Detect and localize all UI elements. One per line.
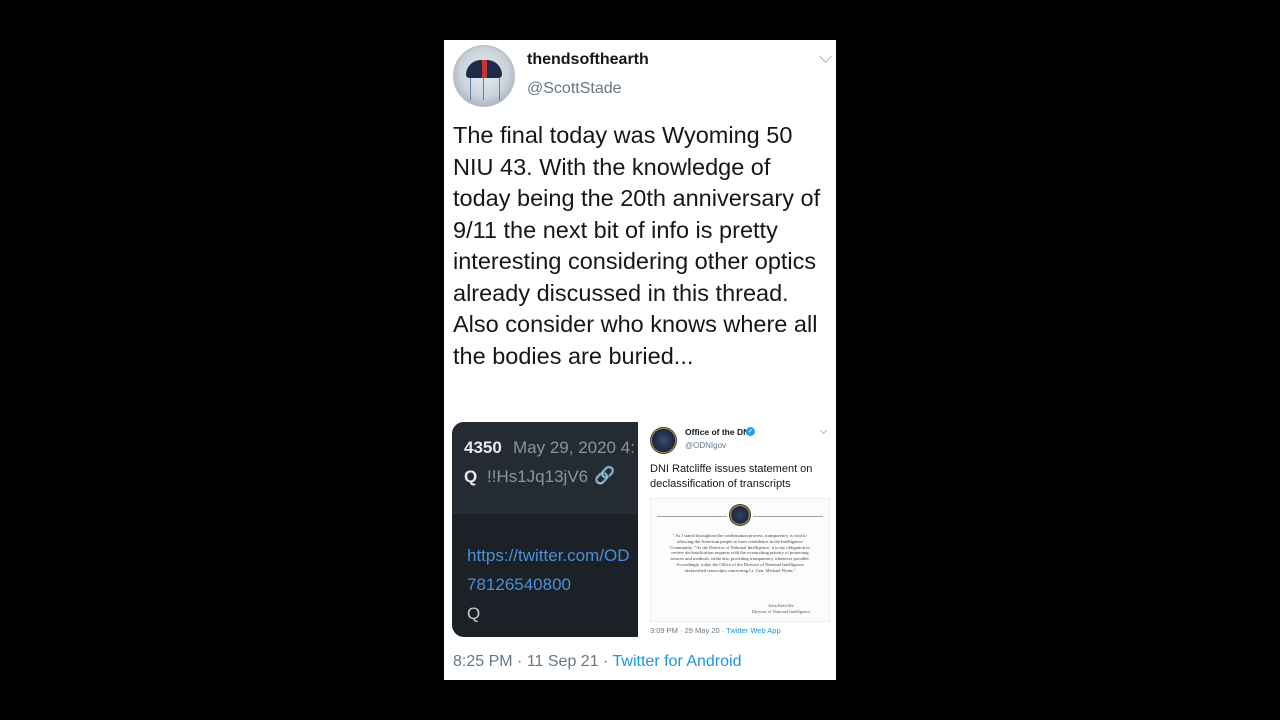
embedded-account-name: Office of the DNI (685, 427, 752, 437)
dni-seal-icon (650, 427, 677, 454)
post-url-line2: 78126540800 (467, 575, 572, 594)
post-signature: Q (467, 604, 481, 623)
parachute-stripe (482, 60, 487, 78)
post-url-line1: https://twitter.com/OD (467, 546, 630, 565)
document-body: "As I stated throughout the confirmation… (670, 533, 810, 573)
dni-seal-icon (729, 504, 751, 526)
embedded-tweet-text: DNI Ratcliffe issues statement on declas… (650, 463, 813, 490)
parachute-lines (470, 78, 500, 100)
poster-tripcode: !!Hs1Jq13jV6 (487, 467, 589, 486)
document-rule-left (657, 516, 727, 517)
document-rule-right (753, 516, 823, 517)
author-avatar[interactable] (453, 45, 515, 107)
post-date: May 29, 2020 4: (513, 438, 635, 457)
tweet-date[interactable]: 11 Sep 21 (527, 653, 599, 670)
media-image-left[interactable]: 4350 May 29, 2020 4: Q !!Hs1Jq13jV6 🔗 ht… (452, 422, 638, 637)
verified-badge-icon: ✓ (746, 427, 755, 436)
poster-name: Q (464, 467, 478, 486)
statement-document: "As I stated throughout the confirmation… (650, 498, 830, 622)
tweet-source-link[interactable]: Twitter for Android (613, 653, 742, 670)
link-icon: 🔗 (594, 466, 616, 485)
tweet-card: thendsofthearth @ScottStade The final to… (444, 40, 836, 680)
tweet-text: The final today was Wyoming 50 NIU 43. W… (453, 122, 821, 369)
chevron-down-icon[interactable] (819, 50, 832, 63)
tweet-media[interactable]: 4350 May 29, 2020 4: Q !!Hs1Jq13jV6 🔗 ht… (452, 422, 830, 637)
tweet-time[interactable]: 8:25 PM (453, 653, 513, 670)
chevron-down-icon (819, 426, 828, 435)
author-handle[interactable]: @ScottStade (527, 80, 622, 98)
document-signature: John Ratcliffe Director of National Inte… (751, 603, 811, 614)
embedded-tweet-time: 3:09 PM · 29 May 20 · (650, 626, 727, 635)
author-display-name[interactable]: thendsofthearth (527, 51, 649, 69)
embedded-tweet-meta: 3:09 PM · 29 May 20 · Twitter Web App (650, 626, 781, 635)
separator: · (603, 653, 609, 670)
parachute-line-center (483, 78, 484, 100)
separator: · (517, 653, 523, 670)
post-number: 4350 (464, 438, 502, 457)
media-image-right[interactable]: Office of the DNI ✓ @ODNIgov DNI Ratclif… (639, 422, 830, 637)
signature-title: Director of National Intelligence (751, 608, 811, 614)
embedded-tweet-source: Twitter Web App (726, 626, 781, 635)
tweet-footer: 8:25 PM · 11 Sep 21 · Twitter for Androi… (453, 653, 741, 671)
embedded-account-handle: @ODNIgov (685, 441, 727, 450)
